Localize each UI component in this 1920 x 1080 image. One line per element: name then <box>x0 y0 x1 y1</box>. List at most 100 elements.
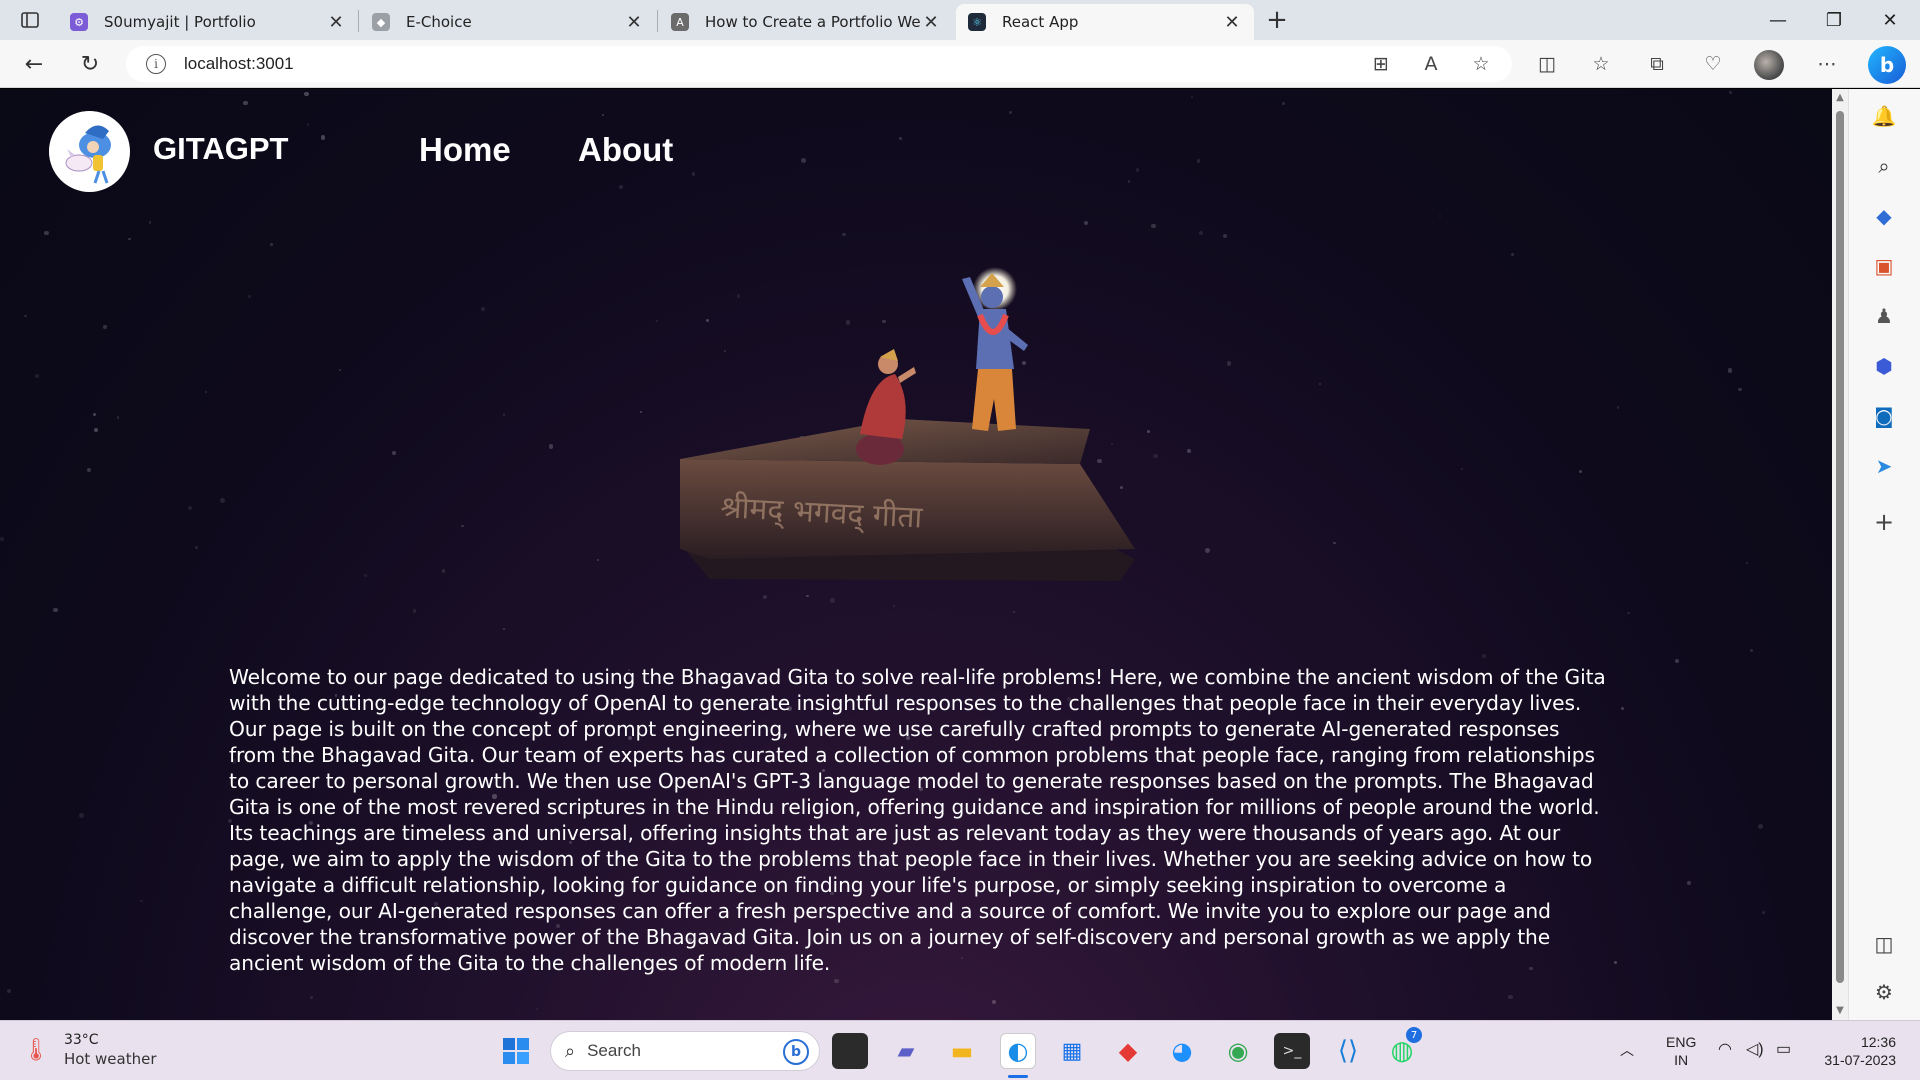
tab-how-to-portfolio[interactable]: A How to Create a Portfolio Websit ✕ <box>659 4 953 40</box>
tab-title: S0umyajit | Portfolio <box>104 13 256 31</box>
photos-icon[interactable]: ◕ <box>1164 1033 1200 1069</box>
volume-icon[interactable]: ◁) <box>1746 1041 1764 1059</box>
chat-teams-icon[interactable]: ▰ <box>888 1033 924 1069</box>
scroll-thumb[interactable] <box>1836 111 1844 983</box>
favorite-star-icon[interactable]: ☆ <box>1464 47 1498 81</box>
app-available-icon[interactable]: ⊞ <box>1364 47 1398 81</box>
thermometer-icon: 🌡 <box>22 1037 50 1063</box>
show-hidden-icons-chevron-icon[interactable]: ︿ <box>1620 1041 1634 1059</box>
star-dot <box>1621 707 1625 711</box>
star-dot <box>1511 253 1515 257</box>
browser-essentials-icon[interactable]: ♡ <box>1696 47 1730 81</box>
favorites-icon[interactable]: ☆ <box>1584 47 1618 81</box>
star-dot <box>391 451 396 456</box>
star-dot <box>1009 111 1013 115</box>
more-options-icon[interactable]: ⋯ <box>1810 47 1844 81</box>
star-dot <box>53 607 58 612</box>
microsoft-store-icon[interactable]: ▦ <box>1054 1033 1090 1069</box>
brand-name[interactable]: GITAGPT <box>153 131 288 167</box>
task-view-icon[interactable] <box>832 1033 868 1069</box>
edge-browser-icon[interactable]: ◐ <box>1000 1033 1036 1069</box>
read-aloud-icon[interactable]: A <box>1414 47 1448 81</box>
wifi-icon[interactable]: ◠ <box>1718 1041 1732 1059</box>
split-screen-icon[interactable]: ◫ <box>1530 47 1564 81</box>
terminal-icon[interactable]: >_ <box>1274 1033 1310 1069</box>
tab-portfolio[interactable]: ⚙ S0umyajit | Portfolio ✕ <box>58 4 358 40</box>
minimize-button[interactable]: — <box>1750 4 1806 36</box>
taskbar-search-box[interactable]: ⌕ Search b <box>550 1031 820 1071</box>
address-bar: ← ↻ i localhost:3001 ⊞ A ☆ ◫ ☆ ⧉ ♡ ⋯ b <box>0 40 1920 88</box>
star-dot <box>364 574 368 578</box>
chrome-icon[interactable]: ◉ <box>1220 1033 1256 1069</box>
lang-top: ENG <box>1666 1034 1697 1050</box>
star-dot <box>1762 910 1765 914</box>
add-sidebar-app-icon[interactable]: + <box>1869 507 1899 537</box>
nav-about-link[interactable]: About <box>578 131 673 169</box>
bing-search-icon[interactable]: b <box>783 1039 809 1065</box>
new-tab-button[interactable]: + <box>1262 6 1292 36</box>
restore-button[interactable]: ❐ <box>1806 4 1862 36</box>
star-dot <box>1127 180 1130 183</box>
star-dot <box>830 598 836 603</box>
games-chess-icon[interactable]: ♟ <box>1869 301 1899 331</box>
star-dot <box>103 325 107 329</box>
scroll-down-icon[interactable]: ▼ <box>1835 1006 1845 1016</box>
close-tab-icon[interactable]: ✕ <box>921 12 941 33</box>
search-label: Search <box>587 1041 641 1060</box>
url-field[interactable]: i localhost:3001 <box>126 46 1512 82</box>
star-dot <box>548 444 554 450</box>
star-dot <box>320 135 326 140</box>
star-dot <box>480 306 485 311</box>
close-tab-icon[interactable]: ✕ <box>326 12 346 33</box>
refresh-button[interactable]: ↻ <box>74 49 106 79</box>
star-dot <box>86 468 91 473</box>
page-scrollbar[interactable]: ▲ ▼ <box>1832 89 1848 1020</box>
drop-send-icon[interactable]: ➤ <box>1869 451 1899 481</box>
tab-actions-icon[interactable] <box>14 8 46 32</box>
star-dot <box>461 525 464 528</box>
back-button[interactable]: ← <box>18 49 50 79</box>
search-icon[interactable]: ⌕ <box>1869 151 1899 181</box>
scroll-up-icon[interactable]: ▲ <box>1835 93 1845 103</box>
anydesk-icon[interactable]: ◆ <box>1110 1033 1146 1069</box>
outlook-icon[interactable]: ◙ <box>1869 401 1899 431</box>
site-logo[interactable] <box>49 111 130 192</box>
tools-briefcase-icon[interactable]: ▣ <box>1869 251 1899 281</box>
language-indicator[interactable]: ENG IN <box>1666 1033 1696 1069</box>
star-dot <box>1282 102 1285 105</box>
profile-avatar[interactable] <box>1754 50 1784 80</box>
search-icon: ⌕ <box>565 1040 576 1062</box>
battery-icon[interactable]: ▭ <box>1776 1041 1791 1059</box>
star-dot <box>1674 658 1680 664</box>
collections-icon[interactable]: ⧉ <box>1640 47 1674 81</box>
file-explorer-icon[interactable]: ▬ <box>944 1033 980 1069</box>
hide-sidebar-icon[interactable]: ◫ <box>1869 929 1899 959</box>
vscode-icon[interactable]: ⟨⟩ <box>1330 1033 1366 1069</box>
star-dot <box>1614 961 1618 965</box>
star-dot <box>763 595 767 600</box>
star-dot <box>834 978 839 984</box>
clock[interactable]: 12:36 31-07-2023 <box>1816 1033 1896 1069</box>
tab-react-app[interactable]: ⚛ React App ✕ <box>956 4 1254 40</box>
site-info-icon[interactable]: i <box>146 54 166 74</box>
sidebar-settings-gear-icon[interactable]: ⚙ <box>1869 977 1899 1007</box>
microsoft-365-icon[interactable]: ⬢ <box>1869 351 1899 381</box>
star-dot <box>1750 649 1754 653</box>
star-dot <box>1578 470 1582 474</box>
close-tab-icon[interactable]: ✕ <box>1222 12 1242 33</box>
bing-chat-icon[interactable]: b <box>1868 46 1906 84</box>
star-dot <box>992 999 996 1004</box>
windows-start-icon[interactable] <box>498 1033 534 1069</box>
star-dot <box>306 123 310 126</box>
close-tab-icon[interactable]: ✕ <box>624 12 644 33</box>
nav-home-link[interactable]: Home <box>419 131 511 169</box>
close-window-button[interactable]: ✕ <box>1862 4 1918 36</box>
notifications-bell-icon[interactable]: 🔔 <box>1869 101 1899 131</box>
star-dot <box>116 416 120 419</box>
shopping-tag-icon[interactable]: ◆ <box>1869 201 1899 231</box>
weather-widget[interactable]: 🌡 33°C Hot weather <box>22 1031 157 1069</box>
tab-echoice[interactable]: ◆ E-Choice ✕ <box>360 4 656 40</box>
star-dot <box>1226 361 1232 366</box>
star-dot <box>806 594 809 597</box>
star-dot <box>1460 468 1464 471</box>
